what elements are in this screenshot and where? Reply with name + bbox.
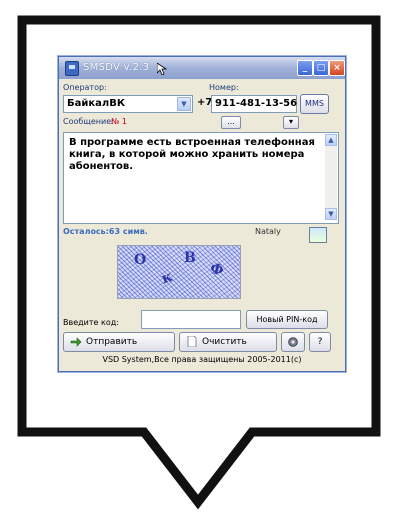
operator-label: Оператор: <box>63 83 107 92</box>
message-textarea[interactable]: В программе есть встроенная телефонная к… <box>63 132 339 224</box>
new-pin-button[interactable]: Новый PIN-код <box>246 310 328 329</box>
operator-value: БайкалВК <box>67 98 126 109</box>
captcha-char: О <box>134 252 147 268</box>
help-button[interactable]: ? <box>309 332 331 352</box>
mouse-cursor-icon <box>157 63 167 75</box>
close-button[interactable]: × <box>329 60 345 76</box>
chevron-down-icon[interactable]: ▼ <box>177 97 191 111</box>
mms-button[interactable]: MMS <box>300 94 329 114</box>
title-bar[interactable]: SMSDV v.2.3 _ □ × <box>59 57 345 79</box>
message-scrollbar[interactable]: ▲ ▼ <box>325 134 337 220</box>
app-icon <box>65 61 79 76</box>
operator-select[interactable]: БайкалВК ▼ <box>63 95 193 113</box>
clear-label: Очистить <box>202 337 247 347</box>
copyright-footer: VSD System,Все права защищены 2005-2011(… <box>102 355 302 364</box>
phone-number-field[interactable]: 911-481-13-56 <box>211 95 297 113</box>
phonebook-button[interactable]: ... <box>221 116 241 129</box>
clear-button[interactable]: Очистить <box>179 332 277 352</box>
gear-icon <box>288 337 298 347</box>
remaining-chars: Осталось:63 симв. <box>63 227 148 236</box>
pin-code-input[interactable] <box>141 310 241 329</box>
captcha-char: Ф <box>208 260 226 280</box>
scroll-up-icon[interactable]: ▲ <box>325 134 337 146</box>
template-dropdown-button[interactable]: ▾ <box>283 116 299 129</box>
pin-code-label: Введите код: <box>63 318 119 327</box>
maximize-button[interactable]: □ <box>313 60 329 76</box>
scroll-down-icon[interactable]: ▼ <box>325 208 337 220</box>
app-window: SMSDV v.2.3 _ □ × Оператор: Номер: Байка… <box>58 56 346 372</box>
captcha-char: к <box>159 268 175 288</box>
image-attach-icon[interactable] <box>309 227 327 243</box>
minimize-button[interactable]: _ <box>297 60 313 76</box>
message-index: № 1 <box>111 117 127 126</box>
captcha-char: В <box>184 250 196 266</box>
send-button[interactable]: Отправить <box>63 332 175 352</box>
settings-button[interactable] <box>281 332 305 352</box>
message-label: Сообщение: <box>63 117 114 126</box>
captcha-image: О к В Ф <box>117 245 241 299</box>
send-label: Отправить <box>86 337 138 347</box>
message-text: В программе есть встроенная телефонная к… <box>69 137 315 172</box>
document-icon <box>187 336 197 347</box>
number-label: Номер: <box>209 83 239 92</box>
phone-number-value: 911-481-13-56 <box>215 98 298 109</box>
send-arrow-icon <box>70 337 82 347</box>
user-name: Nataly <box>255 227 281 236</box>
window-title: SMSDV v.2.3 <box>83 62 150 73</box>
